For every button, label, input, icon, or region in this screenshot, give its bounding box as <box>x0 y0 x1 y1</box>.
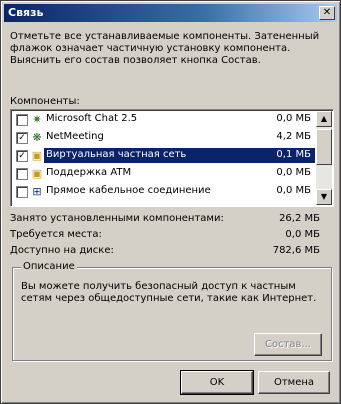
cancel-button[interactable]: Отмена <box>258 371 330 394</box>
component-size: 4,2 МБ <box>276 131 311 142</box>
component-name: Microsoft Chat 2.5 <box>46 113 138 124</box>
description-group-title: Описание <box>21 261 77 272</box>
close-button[interactable]: ✕ <box>319 6 335 20</box>
component-name: Поддержка ATM <box>46 167 132 178</box>
component-name: Прямое кабельное соединение <box>46 185 211 196</box>
required-space: Требуется места: 0,0 МБ <box>10 229 320 241</box>
netmeeting-icon: ❋ <box>32 131 42 144</box>
dialog-window: Связь ✕ Отметьте все устанавливаемые ком… <box>0 0 341 404</box>
instructions-text: Отметьте все устанавливаемые компоненты.… <box>10 31 320 66</box>
atm-icon: ▣ <box>31 167 43 180</box>
checkbox[interactable]: ✓ <box>16 150 28 162</box>
components-list[interactable]: ✷ Microsoft Chat 2.5 0,0 МБ ✓ ❋ NetMeeti… <box>10 109 334 207</box>
checkbox[interactable] <box>16 168 28 180</box>
installed-label: Занято установленными компонентами: <box>10 213 224 224</box>
description-group-text: Вы можете получить безопасный доступ к ч… <box>21 281 317 304</box>
arrow-up-icon: ▲ <box>320 114 328 123</box>
installed-space: Занято установленными компонентами: 26,2… <box>10 213 320 225</box>
available-label: Доступно на диске: <box>10 245 114 256</box>
list-item[interactable]: ✷ Microsoft Chat 2.5 0,0 МБ <box>13 111 315 128</box>
available-space: Доступно на диске: 782,6 МБ <box>10 245 320 257</box>
title-bar: Связь ✕ <box>4 4 337 22</box>
scrollbar[interactable]: ▲ ▼ <box>316 111 332 205</box>
component-name: NetMeeting <box>46 131 104 142</box>
scroll-up-button[interactable]: ▲ <box>316 111 332 127</box>
list-item[interactable]: ✓ ▣ Виртуальная частная сеть 0,1 МБ <box>13 147 315 164</box>
details-button[interactable]: Состав... <box>254 333 322 356</box>
direct-cable-icon: ⊞ <box>32 185 42 198</box>
scrollbar-thumb[interactable] <box>316 129 332 165</box>
list-item[interactable]: ✓ ❋ NetMeeting 4,2 МБ <box>13 129 315 146</box>
list-item[interactable]: ⊞ Прямое кабельное соединение 0,0 МБ <box>13 183 315 200</box>
vpn-icon: ▣ <box>31 149 43 162</box>
close-icon: ✕ <box>322 7 332 18</box>
component-size: 0,0 МБ <box>276 185 311 196</box>
component-size: 0,0 МБ <box>276 113 311 124</box>
component-name: Виртуальная частная сеть <box>46 149 187 160</box>
list-item[interactable]: ▣ Поддержка ATM 0,0 МБ <box>13 165 315 182</box>
component-size: 0,0 МБ <box>276 167 311 178</box>
components-label: Компоненты: <box>10 96 80 107</box>
required-value: 0,0 МБ <box>285 229 320 240</box>
arrow-down-icon: ▼ <box>320 192 328 201</box>
installed-value: 26,2 МБ <box>279 213 320 224</box>
required-label: Требуется места: <box>10 229 102 240</box>
available-value: 782,6 МБ <box>272 245 320 256</box>
window-title: Связь <box>8 6 44 19</box>
scroll-down-button[interactable]: ▼ <box>316 189 332 205</box>
component-size: 0,1 МБ <box>276 149 311 160</box>
checkbox[interactable] <box>16 114 28 126</box>
ok-button[interactable]: OK <box>180 370 254 395</box>
checkbox[interactable]: ✓ <box>16 132 28 144</box>
checkbox[interactable] <box>16 186 28 198</box>
msn-chat-icon: ✷ <box>32 113 42 126</box>
